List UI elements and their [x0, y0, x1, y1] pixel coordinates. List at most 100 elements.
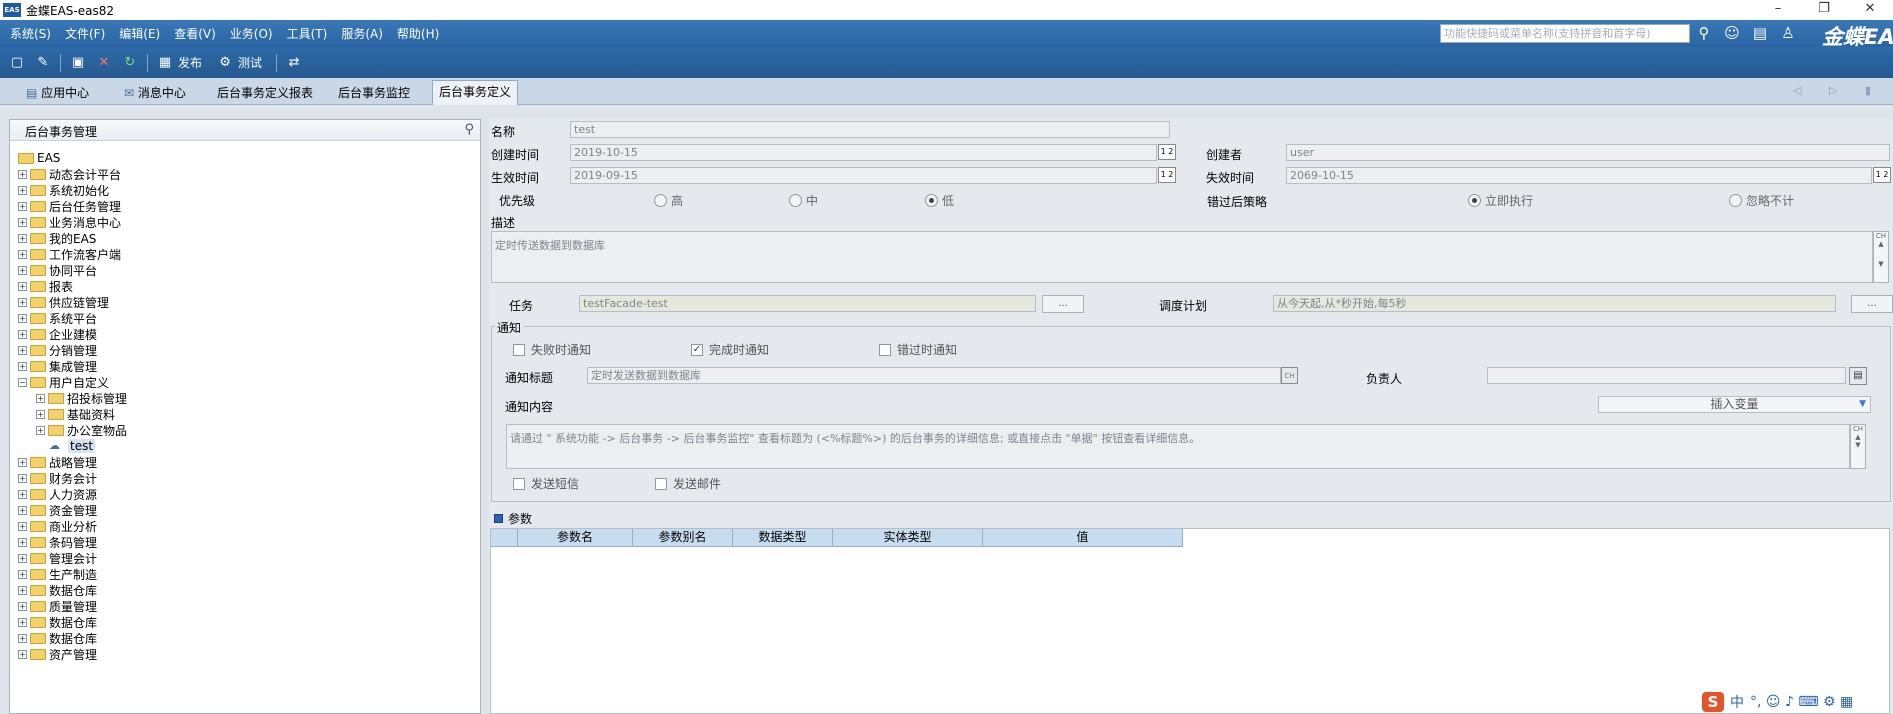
- expand-icon[interactable]: +: [18, 457, 27, 467]
- name-field[interactable]: test: [570, 121, 1170, 138]
- tree-node[interactable]: + 战略管理: [18, 454, 127, 470]
- new-icon[interactable]: ▢: [9, 55, 25, 71]
- column-header[interactable]: 数据类型: [733, 529, 833, 547]
- tree-node[interactable]: + 业务消息中心: [18, 214, 127, 230]
- params-tab[interactable]: 参数: [489, 508, 532, 528]
- expand-icon[interactable]: +: [36, 425, 45, 435]
- search-icon[interactable]: ⚲: [464, 122, 474, 137]
- expand-icon[interactable]: +: [18, 345, 27, 355]
- priority-high-radio[interactable]: 高: [654, 192, 683, 209]
- user-icon[interactable]: ♙: [1778, 23, 1798, 43]
- tree-leaf[interactable]: ☁ test: [18, 438, 127, 454]
- export-icon[interactable]: ⇄: [286, 55, 302, 71]
- search-icon[interactable]: ⚲: [1694, 23, 1714, 43]
- missed-run-now-radio[interactable]: 立即执行: [1468, 192, 1533, 209]
- owner-picker-icon[interactable]: ▤: [1849, 367, 1867, 385]
- priority-low-radio[interactable]: 低: [925, 192, 954, 209]
- expand-icon[interactable]: +: [18, 313, 27, 323]
- created-time-spinner[interactable]: 1 2: [1158, 144, 1176, 160]
- tree-node[interactable]: + 人力资源: [18, 486, 127, 502]
- menu-tools[interactable]: 工具(T): [287, 25, 328, 42]
- tree-root[interactable]: EAS: [18, 150, 127, 166]
- expand-icon[interactable]: +: [18, 265, 27, 275]
- expand-icon[interactable]: +: [18, 249, 27, 259]
- tree-node[interactable]: + 工作流客户端: [18, 246, 127, 262]
- tree-node[interactable]: + 质量管理: [18, 598, 127, 614]
- priority-medium-radio[interactable]: 中: [789, 192, 818, 209]
- owner-field[interactable]: [1487, 367, 1846, 384]
- expand-icon[interactable]: +: [18, 537, 27, 547]
- tree-node[interactable]: + 企业建模: [18, 326, 127, 342]
- expand-icon[interactable]: +: [18, 489, 27, 499]
- tree-node[interactable]: + 后台任务管理: [18, 198, 127, 214]
- insert-variable-dropdown[interactable]: 插入变量 ▼: [1598, 396, 1871, 413]
- quick-search-input[interactable]: 功能快捷码或菜单名称(支持拼音和首字母): [1440, 24, 1690, 43]
- column-header[interactable]: 参数别名: [633, 529, 733, 547]
- tree-node[interactable]: + 协同平台: [18, 262, 127, 278]
- tree-node[interactable]: + 资产管理: [18, 646, 127, 662]
- expand-icon[interactable]: +: [18, 649, 27, 659]
- tree-node[interactable]: + 管理会计: [18, 550, 127, 566]
- menu-system[interactable]: 系统(S): [10, 25, 51, 42]
- expand-icon[interactable]: +: [18, 361, 27, 371]
- expand-icon[interactable]: +: [18, 233, 27, 243]
- menu-file[interactable]: 文件(F): [65, 25, 105, 42]
- expand-icon[interactable]: +: [18, 169, 27, 179]
- tab-task-report[interactable]: 后台事务定义报表: [211, 83, 319, 104]
- task-field[interactable]: testFacade-test: [579, 295, 1036, 312]
- collapse-icon[interactable]: −: [18, 377, 27, 387]
- expand-icon[interactable]: +: [18, 473, 27, 483]
- schedule-browse-button[interactable]: ...: [1851, 295, 1893, 313]
- tree-node[interactable]: + 办公室物品: [18, 422, 127, 438]
- expand-icon[interactable]: +: [18, 569, 27, 579]
- expand-icon[interactable]: +: [36, 409, 45, 419]
- expand-icon[interactable]: +: [18, 617, 27, 627]
- expand-icon[interactable]: +: [36, 393, 45, 403]
- effective-time-field[interactable]: 2019-09-15: [570, 167, 1157, 184]
- expand-icon[interactable]: +: [18, 297, 27, 307]
- expand-icon[interactable]: +: [18, 601, 27, 611]
- tree-node[interactable]: + 基础资料: [18, 406, 127, 422]
- menu-service[interactable]: 服务(A): [341, 25, 383, 42]
- description-scroll[interactable]: CH ▲ ▼: [1873, 231, 1889, 283]
- send-sms-checkbox[interactable]: 发送短信: [513, 475, 579, 492]
- schedule-field[interactable]: 从今天起,从*秒开始,每5秒: [1273, 295, 1836, 312]
- expand-icon[interactable]: +: [18, 521, 27, 531]
- menu-business[interactable]: 业务(O): [230, 25, 273, 42]
- publish-button[interactable]: ▦ 发布: [152, 54, 202, 71]
- tree-node[interactable]: + 分销管理: [18, 342, 127, 358]
- ime-language[interactable]: 中: [1730, 692, 1744, 712]
- created-time-field[interactable]: 2019-10-15: [570, 144, 1157, 161]
- minimize-button[interactable]: –: [1755, 0, 1801, 20]
- notify-content-textarea[interactable]: 请通过 " 系统功能 -> 后台事务 -> 后台事务监控" 查看标题为 (<%标…: [506, 424, 1850, 469]
- expand-icon[interactable]: +: [18, 217, 27, 227]
- expand-icon[interactable]: +: [18, 585, 27, 595]
- scroll-up-icon[interactable]: ▲: [1874, 240, 1888, 248]
- menu-view[interactable]: 查看(V): [174, 25, 216, 42]
- content-scroll[interactable]: CH ▲ ▼: [1850, 424, 1866, 469]
- tab-nav-arrows[interactable]: ◁ ▷ ▮: [1793, 84, 1883, 97]
- menu-help[interactable]: 帮助(H): [397, 25, 439, 42]
- column-header[interactable]: 值: [983, 529, 1183, 547]
- task-browse-button[interactable]: ...: [1042, 295, 1084, 313]
- tree-node[interactable]: + 数据仓库: [18, 582, 127, 598]
- tree-node[interactable]: + 资金管理: [18, 502, 127, 518]
- column-header[interactable]: 实体类型: [833, 529, 983, 547]
- expand-icon[interactable]: +: [18, 201, 27, 211]
- tab-message-center[interactable]: ✉ 消息中心: [118, 83, 192, 104]
- send-mail-checkbox[interactable]: 发送邮件: [655, 475, 721, 492]
- tree-node[interactable]: + 数据仓库: [18, 630, 127, 646]
- notify-title-ch[interactable]: CH: [1281, 367, 1298, 384]
- restore-button[interactable]: ❐: [1801, 0, 1847, 20]
- expand-icon[interactable]: +: [18, 505, 27, 515]
- tree-node[interactable]: + 数据仓库: [18, 614, 127, 630]
- tree-node[interactable]: + 商业分析: [18, 518, 127, 534]
- notify-on-complete-checkbox[interactable]: ✓ 完成时通知: [691, 341, 769, 358]
- tree-node[interactable]: + 系统初始化: [18, 182, 127, 198]
- ime-tools[interactable]: °, ☺ ♪ ⌨ ⚙ ▦: [1750, 694, 1853, 710]
- expire-time-field[interactable]: 2069-10-15: [1286, 167, 1872, 184]
- scroll-up-icon[interactable]: ▲: [1851, 433, 1865, 441]
- tree-node[interactable]: + 供应链管理: [18, 294, 127, 310]
- tree-node[interactable]: + 动态会计平台: [18, 166, 127, 182]
- tab-task-monitor[interactable]: 后台事务监控: [332, 83, 416, 104]
